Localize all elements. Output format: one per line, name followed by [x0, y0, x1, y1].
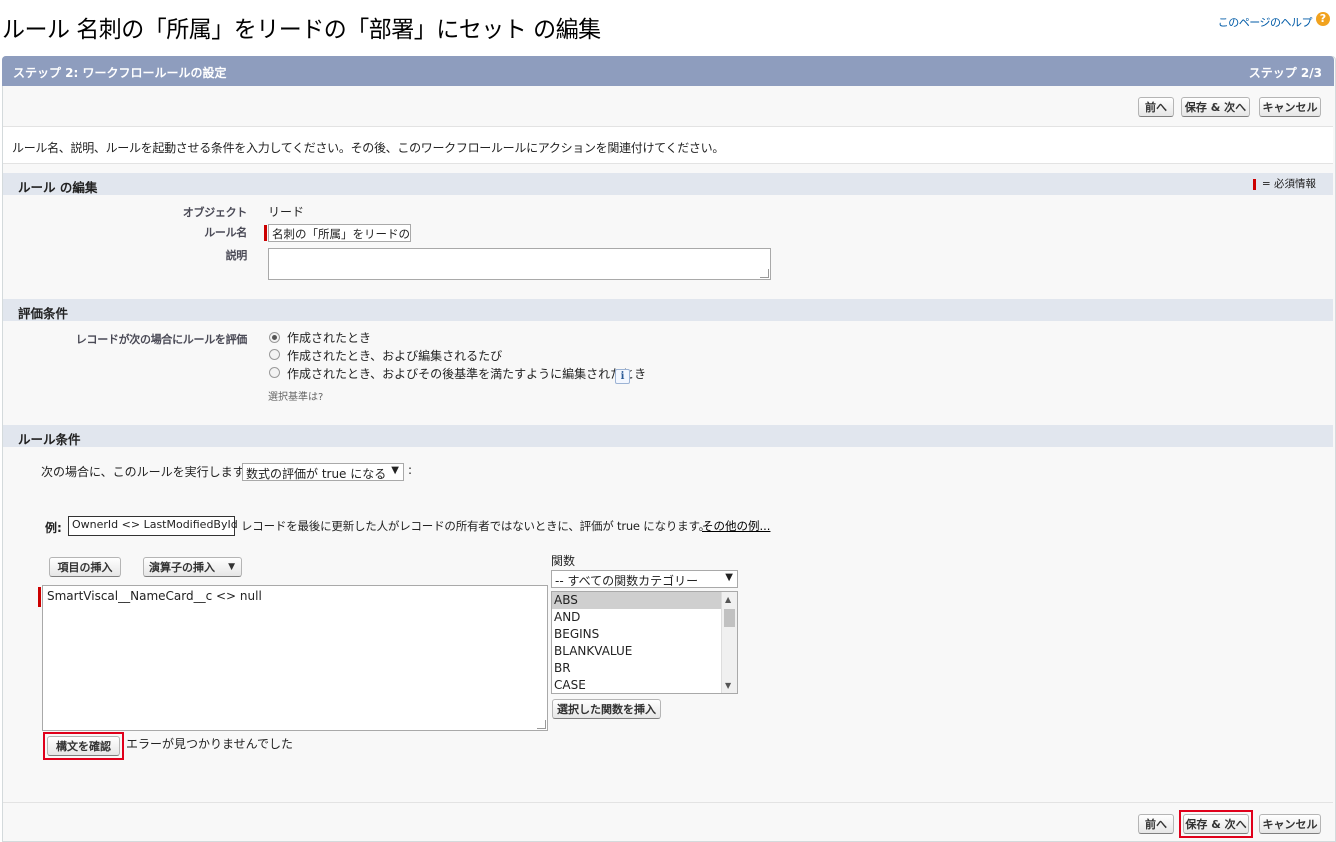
function-option[interactable]: ABS	[552, 592, 737, 609]
page-title: ルール 名刺の「所属」をリードの「部署」にセット の編集	[2, 17, 601, 43]
radio-created-criteria[interactable]	[269, 367, 280, 378]
run-rule-suffix: :	[408, 463, 413, 477]
rule-name-input[interactable]: 名刺の「所属」をリードの「部署」にセット	[268, 224, 411, 242]
chevron-down-icon: ▼	[228, 562, 235, 572]
example-formula: OwnerId <> LastModifiedById	[68, 516, 238, 536]
step-indicator: ステップ 2/3	[1248, 66, 1322, 80]
help-link[interactable]: このページのヘルプ	[1218, 14, 1313, 30]
help-icon[interactable]: ?	[1316, 12, 1330, 26]
check-syntax-button[interactable]: 構文を確認	[47, 736, 120, 756]
description-textarea[interactable]	[268, 248, 771, 280]
formula-editor[interactable]: SmartViscal__NameCard__c <> null	[42, 585, 548, 731]
divider	[3, 802, 1333, 803]
run-rule-prefix: 次の場合に、このルールを実行します。	[41, 465, 256, 479]
evaluation-label: レコードが次の場合にルールを評価	[75, 333, 248, 346]
scrollbar-thumb[interactable]	[724, 609, 735, 627]
functions-label: 関数	[551, 554, 576, 568]
insert-function-button[interactable]: 選択した関数を挿入	[552, 699, 661, 719]
more-examples-link[interactable]: その他の例...	[702, 518, 770, 534]
instructions-text: ルール名、説明、ルールを起動させる条件を入力してください。その後、このワークフロ…	[12, 141, 725, 155]
required-legend-text: = 必須情報	[1261, 178, 1316, 190]
radio-created-edited-label: 作成されたとき、および編集されるたび	[287, 349, 503, 363]
function-option[interactable]: AND	[552, 609, 737, 626]
criteria-type-select[interactable]: 数式の評価が true になる ▼	[242, 463, 404, 481]
prev-button-top[interactable]: 前へ	[1138, 97, 1174, 117]
section-evaluation: 評価条件	[3, 299, 1333, 321]
scroll-up-icon[interactable]: ▲	[725, 595, 731, 604]
radio-created-edited[interactable]	[269, 349, 280, 360]
example-label: 例:	[45, 521, 62, 535]
prev-button-bottom[interactable]: 前へ	[1138, 814, 1174, 834]
radio-created-label: 作成されたとき	[287, 331, 372, 345]
function-option[interactable]: BEGINS	[552, 626, 737, 643]
step-header: ステップ 2: ワークフロールールの設定 ステップ 2/3	[2, 56, 1334, 86]
chevron-down-icon: ▼	[391, 465, 399, 476]
resize-handle-icon[interactable]	[537, 720, 546, 729]
required-marker-icon	[38, 587, 41, 607]
insert-field-button[interactable]: 項目の挿入	[49, 557, 121, 577]
radio-created[interactable]	[269, 332, 280, 343]
step-title: ステップ 2: ワークフロールールの設定	[13, 66, 227, 80]
evaluation-help-link[interactable]: 選択基準は?	[268, 388, 323, 403]
section-title: 評価条件	[18, 306, 69, 321]
insert-operator-button[interactable]: 演算子の挿入 ▼	[143, 557, 242, 577]
section-rule-criteria: ルール条件	[3, 425, 1333, 447]
object-label: オブジェクト	[182, 206, 248, 219]
function-option[interactable]: CASE	[552, 677, 737, 693]
radio-created-criteria-label: 作成されたとき、およびその後基準を満たすように編集されたとき	[287, 367, 647, 381]
cancel-button-bottom[interactable]: キャンセル	[1259, 814, 1321, 834]
required-marker-icon	[1252, 178, 1256, 190]
function-category-value: -- すべての関数カテゴリー	[555, 574, 699, 588]
description-label: 説明	[225, 249, 248, 262]
function-option[interactable]: BR	[552, 660, 737, 677]
insert-operator-label: 演算子の挿入	[149, 561, 215, 574]
object-value: リード	[268, 205, 305, 219]
divider	[3, 163, 1333, 164]
example-description: レコードを最後に更新した人がレコードの所有者ではないときに、評価が true に…	[241, 519, 710, 533]
criteria-type-value: 数式の評価が true になる	[246, 467, 387, 481]
info-icon[interactable]: i	[615, 369, 630, 384]
rule-name-label: ルール名	[204, 226, 247, 239]
section-rule-edit: ルール の編集	[3, 173, 1333, 195]
scrollbar[interactable]: ▲ ▼	[721, 592, 737, 693]
scroll-down-icon[interactable]: ▼	[725, 681, 731, 690]
save-next-button-bottom[interactable]: 保存 & 次へ	[1183, 814, 1249, 834]
syntax-result: エラーが見つかりませんでした	[126, 737, 294, 751]
cancel-button-top[interactable]: キャンセル	[1259, 97, 1321, 117]
resize-handle-icon[interactable]	[760, 269, 769, 278]
function-listbox[interactable]: ABS AND BEGINS BLANKVALUE BR CASE ▲ ▼	[551, 591, 738, 694]
required-marker-icon	[264, 225, 267, 241]
function-option[interactable]: BLANKVALUE	[552, 643, 737, 660]
save-next-button-top[interactable]: 保存 & 次へ	[1181, 97, 1250, 117]
chevron-down-icon: ▼	[725, 572, 733, 583]
section-title: ルール条件	[18, 432, 81, 447]
function-category-select[interactable]: -- すべての関数カテゴリー ▼	[551, 570, 738, 588]
required-legend: = 必須情報	[1252, 176, 1316, 191]
section-title: ルール の編集	[18, 180, 98, 195]
